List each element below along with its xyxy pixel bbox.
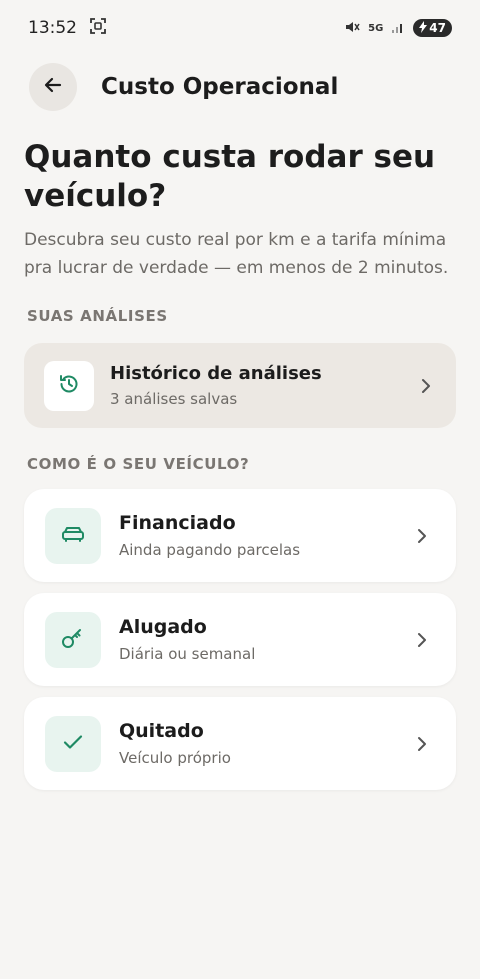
section-label-vehicle: COMO É O SEU VEÍCULO? — [27, 455, 250, 473]
hero-title: Quanto custa rodar seu veículo? — [24, 139, 436, 214]
status-right: 5G 47 — [344, 19, 452, 38]
key-icon-box — [45, 611, 101, 668]
chevron-right-icon — [412, 526, 432, 546]
check-icon — [61, 730, 85, 758]
financiado-subtitle: Ainda pagando parcelas — [119, 541, 301, 559]
history-subtitle: 3 análises salvas — [110, 390, 238, 408]
quitado-subtitle: Veículo próprio — [119, 749, 231, 767]
hero-subtitle: Descubra seu custo real por km e a tarif… — [24, 230, 449, 278]
app-header: Custo Operacional — [29, 63, 338, 111]
financiado-title: Financiado — [119, 512, 236, 534]
key-icon — [60, 625, 86, 655]
chevron-right-icon — [412, 734, 432, 754]
history-title: Histórico de análises — [110, 363, 322, 384]
car-icon — [60, 523, 86, 549]
check-icon-box — [45, 715, 101, 772]
alugado-title: Alugado — [119, 616, 207, 638]
option-alugado[interactable]: Alugado Diária ou semanal — [24, 593, 456, 686]
quitado-texts: Quitado Veículo próprio — [119, 720, 412, 767]
charging-icon — [419, 20, 428, 36]
alugado-subtitle: Diária ou semanal — [119, 645, 256, 663]
back-button[interactable] — [29, 63, 77, 111]
quitado-title: Quitado — [119, 720, 204, 742]
history-icon — [57, 372, 81, 400]
chevron-right-icon — [416, 376, 436, 396]
history-texts: Histórico de análises 3 análises salvas — [110, 363, 416, 408]
battery-level: 47 — [429, 21, 446, 35]
section-label-analyses: SUAS ANÁLISES — [27, 307, 168, 325]
signal-icon — [391, 20, 405, 37]
history-icon-box — [44, 360, 94, 411]
option-financiado[interactable]: Financiado Ainda pagando parcelas — [24, 489, 456, 582]
option-quitado[interactable]: Quitado Veículo próprio — [24, 697, 456, 790]
financiado-texts: Financiado Ainda pagando parcelas — [119, 512, 412, 559]
screenshot-icon — [89, 17, 107, 40]
mute-icon — [344, 19, 360, 38]
network-type: 5G — [368, 22, 384, 34]
status-bar: 13:52 5G 47 — [0, 0, 480, 56]
status-time: 13:52 — [28, 18, 77, 38]
chevron-right-icon — [412, 630, 432, 650]
arrow-left-icon — [43, 75, 63, 99]
alugado-texts: Alugado Diária ou semanal — [119, 616, 412, 663]
battery-indicator: 47 — [413, 19, 452, 37]
page-title: Custo Operacional — [101, 74, 339, 100]
status-left: 13:52 — [28, 17, 107, 40]
history-card[interactable]: Histórico de análises 3 análises salvas — [24, 343, 456, 428]
car-icon-box — [45, 507, 101, 564]
